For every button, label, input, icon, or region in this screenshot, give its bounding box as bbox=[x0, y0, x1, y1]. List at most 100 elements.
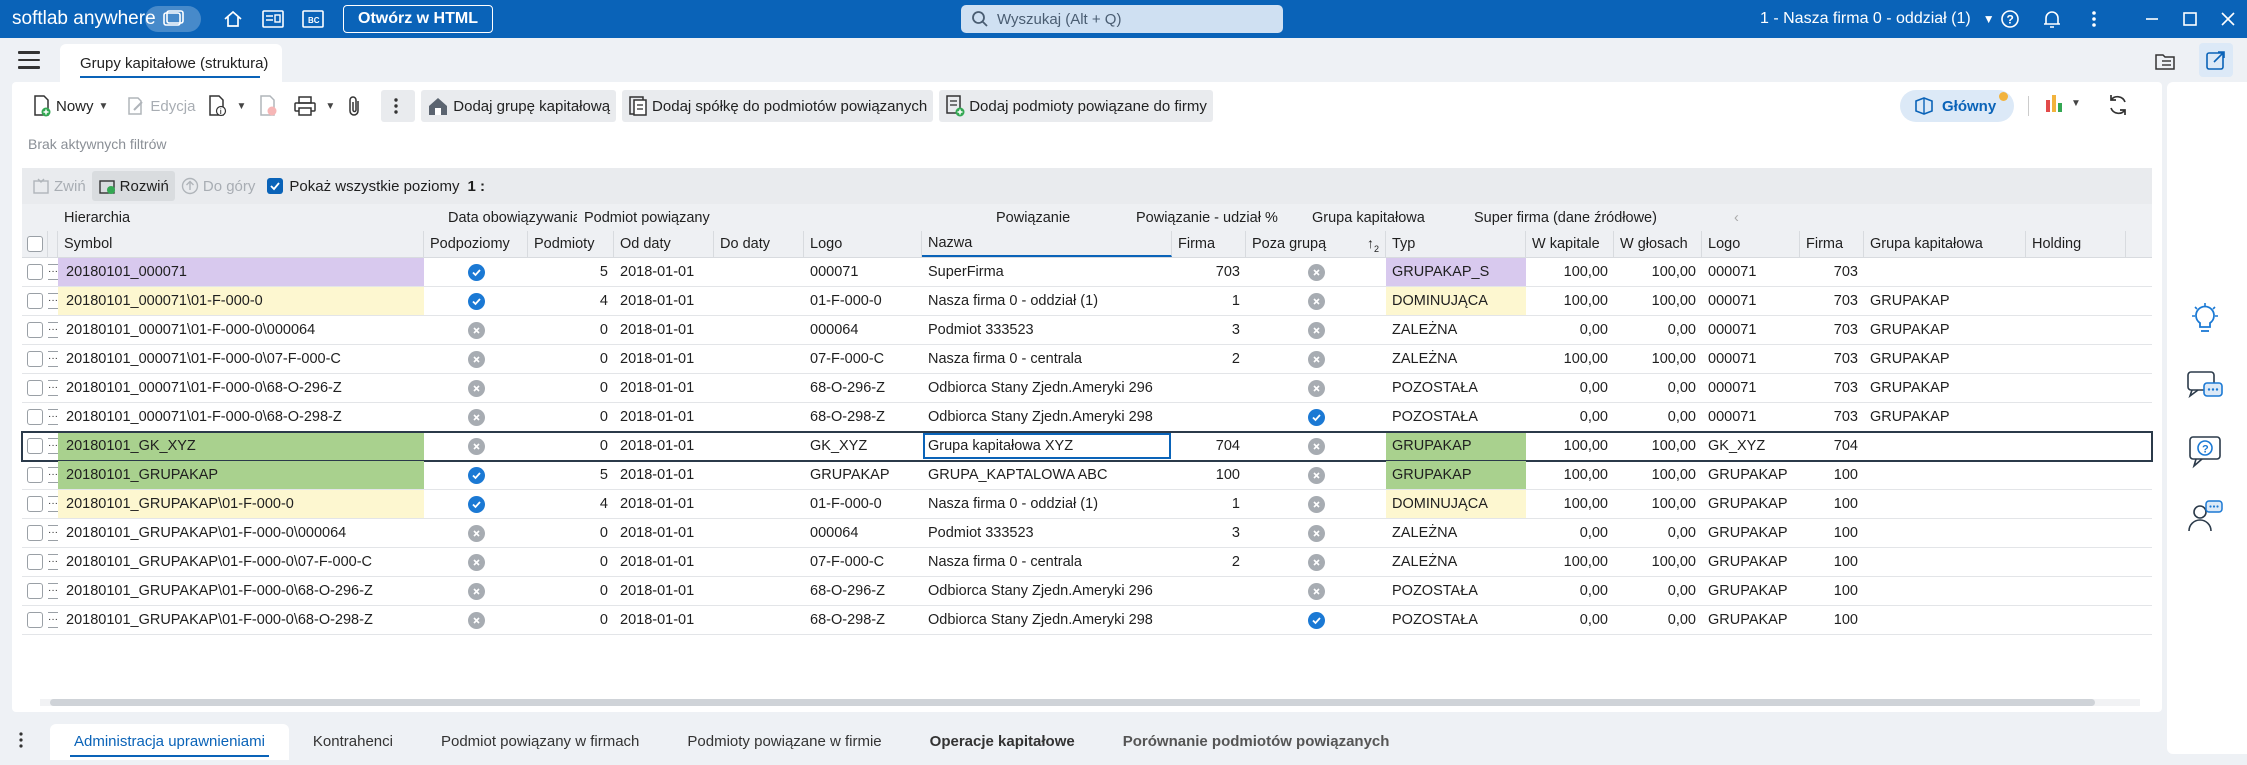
table-row[interactable]: ··· 20180101_GRUPAKAP\01-F-000-0\07-F-000… bbox=[22, 548, 2152, 577]
cell-outside-group[interactable] bbox=[1246, 490, 1386, 518]
close-icon[interactable] bbox=[2209, 0, 2247, 38]
cell-outside-group[interactable] bbox=[1246, 345, 1386, 373]
table-row[interactable]: ··· 20180101_000071\01-F-000-0 4 2018-01-01… bbox=[22, 287, 2152, 316]
row-menu-button[interactable]: ··· bbox=[48, 345, 58, 373]
cell-sublevels[interactable] bbox=[424, 287, 528, 315]
document-icon[interactable] bbox=[253, 0, 293, 38]
bottom-tabs-menu-icon[interactable] bbox=[18, 731, 40, 753]
add-company-button[interactable]: Dodaj spółkę do podmiotów powiązanych bbox=[622, 90, 934, 122]
row-checkbox[interactable] bbox=[22, 548, 48, 576]
cell-sublevels[interactable] bbox=[424, 316, 528, 344]
bottom-tab-related-in-firm[interactable]: Podmioty powiązane w firmie bbox=[663, 724, 905, 760]
row-checkbox[interactable] bbox=[22, 519, 48, 547]
up-button[interactable]: Do góry bbox=[175, 171, 262, 201]
more-icon[interactable] bbox=[2075, 0, 2113, 38]
row-menu-button[interactable]: ··· bbox=[48, 577, 58, 605]
col-name[interactable]: Nazwa bbox=[922, 231, 1172, 257]
table-row[interactable]: ··· 20180101_GK_XYZ 0 2018-01-01 GK_XYZ Grupa… bbox=[21, 431, 2153, 462]
table-row[interactable]: ··· 20180101_000071\01-F-000-0\68-O-298-Z… bbox=[22, 403, 2152, 432]
new-button[interactable]: Nowy ▼ bbox=[26, 90, 114, 122]
table-row[interactable]: ··· 20180101_GRUPAKAP\01-F-000-0\68-O-298… bbox=[22, 606, 2152, 635]
table-row[interactable]: ··· 20180101_GRUPAKAP\01-F-000-0\000064 0 2… bbox=[22, 519, 2152, 548]
row-menu-button[interactable]: ··· bbox=[48, 287, 58, 315]
row-checkbox[interactable] bbox=[22, 287, 48, 315]
row-menu-button[interactable]: ··· bbox=[48, 316, 58, 344]
row-checkbox[interactable] bbox=[22, 432, 48, 460]
bottom-tab-capital-operations[interactable]: Operacje kapitałowe bbox=[906, 724, 1099, 760]
attachment-button[interactable] bbox=[341, 90, 373, 122]
cell-sublevels[interactable] bbox=[424, 258, 528, 286]
select-all-checkbox[interactable] bbox=[22, 231, 48, 257]
hamburger-icon[interactable] bbox=[18, 51, 40, 69]
row-checkbox[interactable] bbox=[22, 374, 48, 402]
cell-outside-group[interactable] bbox=[1246, 577, 1386, 605]
col-outside-group[interactable]: Poza grupą ↑2 bbox=[1246, 231, 1386, 257]
row-checkbox[interactable] bbox=[22, 345, 48, 373]
table-row[interactable]: ··· 20180101_GRUPAKAP 5 2018-01-01 GRUPAKAP G… bbox=[22, 461, 2152, 490]
table-row[interactable]: ··· 20180101_000071\01-F-000-0\68-O-296-Z… bbox=[22, 374, 2152, 403]
scroll-left-icon[interactable]: ‹ bbox=[1728, 204, 1748, 231]
cell-sublevels[interactable] bbox=[424, 606, 528, 634]
cell-sublevels[interactable] bbox=[424, 461, 528, 489]
cell-outside-group[interactable] bbox=[1246, 548, 1386, 576]
row-checkbox[interactable] bbox=[22, 316, 48, 344]
refresh-icon[interactable] bbox=[2106, 93, 2130, 121]
cell-outside-group[interactable] bbox=[1246, 316, 1386, 344]
col-symbol[interactable]: Symbol bbox=[58, 231, 424, 257]
bottom-tab-contractors[interactable]: Kontrahenci bbox=[289, 724, 417, 760]
chat-icon[interactable] bbox=[2181, 362, 2229, 410]
col-type[interactable]: Typ bbox=[1386, 231, 1526, 257]
table-row[interactable]: ··· 20180101_000071\01-F-000-0\000064 0 201… bbox=[22, 316, 2152, 345]
cell-sublevels[interactable] bbox=[424, 403, 528, 431]
cell-sublevels[interactable] bbox=[424, 548, 528, 576]
row-menu-button[interactable]: ··· bbox=[48, 519, 58, 547]
show-all-levels-checkbox[interactable]: Pokaż wszystkie poziomy 1 : bbox=[261, 171, 491, 201]
horizontal-scrollbar[interactable] bbox=[40, 699, 2140, 706]
col-logo[interactable]: Logo bbox=[804, 231, 922, 257]
col-entities[interactable]: Podmioty bbox=[528, 231, 614, 257]
maximize-icon[interactable] bbox=[2171, 0, 2209, 38]
cell-outside-group[interactable] bbox=[1246, 287, 1386, 315]
add-capital-group-button[interactable]: Dodaj grupę kapitałową bbox=[421, 90, 617, 122]
support-icon[interactable] bbox=[2181, 492, 2229, 540]
row-checkbox[interactable] bbox=[22, 577, 48, 605]
col-super-group[interactable]: Grupa kapitałowa bbox=[1864, 231, 2026, 257]
row-menu-button[interactable]: ··· bbox=[48, 374, 58, 402]
folder-list-icon[interactable] bbox=[2150, 46, 2180, 76]
tab-capital-groups[interactable]: Grupy kapitałowe (struktura) bbox=[60, 44, 282, 82]
bell-icon[interactable] bbox=[2033, 0, 2071, 38]
add-related-entities-button[interactable]: Dodaj podmioty powiązane do firmy bbox=[939, 90, 1213, 122]
lightbulb-icon[interactable] bbox=[2181, 294, 2229, 342]
edit-button[interactable]: Edycja bbox=[120, 90, 201, 122]
cell-sublevels[interactable] bbox=[424, 374, 528, 402]
chart-menu-button[interactable]: ▼ bbox=[2044, 92, 2081, 114]
cloud-icon[interactable] bbox=[145, 6, 201, 32]
cell-outside-group[interactable] bbox=[1246, 374, 1386, 402]
minimize-icon[interactable] bbox=[2133, 0, 2171, 38]
row-menu-button[interactable]: ··· bbox=[48, 548, 58, 576]
cell-outside-group[interactable] bbox=[1246, 432, 1386, 460]
col-holding[interactable]: Holding bbox=[2026, 231, 2126, 257]
col-group-firm[interactable]: Firma bbox=[1800, 231, 1864, 257]
help-chat-icon[interactable]: ? bbox=[2181, 428, 2229, 476]
col-votes[interactable]: W głosach bbox=[1614, 231, 1702, 257]
collapse-button[interactable]: Zwiń bbox=[26, 171, 92, 201]
row-menu-button[interactable]: ··· bbox=[48, 258, 58, 286]
print-button[interactable]: ▼ bbox=[288, 90, 341, 122]
col-sublevels[interactable]: Podpoziomy bbox=[424, 231, 528, 257]
row-checkbox[interactable] bbox=[22, 258, 48, 286]
table-row[interactable]: ··· 20180101_000071\01-F-000-0\07-F-000-C… bbox=[22, 345, 2152, 374]
cell-outside-group[interactable] bbox=[1246, 606, 1386, 634]
cell-outside-group[interactable] bbox=[1246, 519, 1386, 547]
cell-sublevels[interactable] bbox=[424, 577, 528, 605]
row-menu-button[interactable]: ··· bbox=[48, 461, 58, 489]
col-to-date[interactable]: Do daty bbox=[714, 231, 804, 257]
open-html-button[interactable]: Otwórz w HTML bbox=[343, 5, 493, 33]
delete-button[interactable] bbox=[252, 90, 288, 122]
row-checkbox[interactable] bbox=[22, 403, 48, 431]
bottom-tab-permissions[interactable]: Administracja uprawnieniami bbox=[50, 723, 289, 760]
expand-button[interactable]: Rozwiń bbox=[91, 171, 175, 201]
cell-outside-group[interactable] bbox=[1246, 258, 1386, 286]
share-icon[interactable] bbox=[2199, 43, 2233, 77]
cell-sublevels[interactable] bbox=[424, 490, 528, 518]
